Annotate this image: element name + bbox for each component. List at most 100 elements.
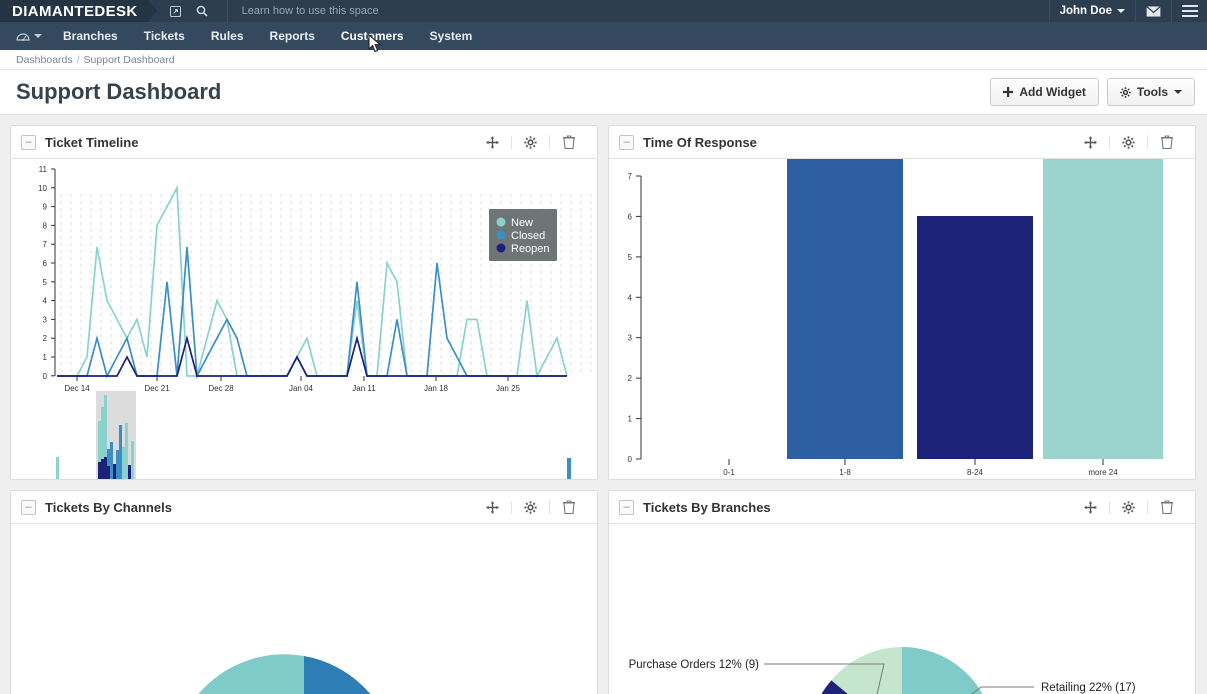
collapse-button[interactable]: – [21,135,36,150]
topbar-icon-group [163,0,215,22]
tools-button[interactable]: Tools [1107,78,1195,106]
legend-swatch-closed [497,231,506,240]
breadcrumb-separator: / [77,54,80,66]
svg-text:9: 9 [43,203,48,212]
bar-1-8 [787,159,903,459]
svg-text:0-1: 0-1 [723,468,735,477]
bar-more-24 [1043,159,1163,459]
topbar-right: John Doe [1049,0,1207,22]
branches-chart-body[interactable]: Purchase Orders 12% (9) Retailing 22% (1… [609,524,1195,694]
settings-icon[interactable] [1109,136,1147,149]
delete-icon[interactable] [1147,500,1185,514]
move-icon[interactable] [1071,501,1109,514]
svg-text:6: 6 [43,259,48,268]
timeline-x-axis: Dec 14 Dec 21 Dec 28 Jan 04 Jan 11 Jan 1… [64,376,520,393]
widget-title: Tickets By Branches [643,500,771,515]
move-icon[interactable] [473,501,511,514]
svg-text:Jan 18: Jan 18 [424,384,449,393]
settings-icon[interactable] [511,501,549,514]
widget-title: Time Of Response [643,135,757,150]
breadcrumb-root[interactable]: Dashboards [16,54,73,66]
mail-icon[interactable] [1135,0,1171,22]
svg-text:7: 7 [43,240,48,249]
legend-label-closed: Closed [511,230,545,242]
nav-home-dropdown[interactable] [8,31,50,42]
ticket-timeline-chart[interactable]: 11 10 9 8 7 6 5 4 3 2 1 0 [11,159,597,479]
page-header: Support Dashboard Add Widget Tools [0,70,1207,115]
chevron-down-icon [34,34,42,38]
svg-text:3: 3 [43,315,48,324]
channels-donut [171,654,397,694]
widget-header: – Tickets By Branches [609,491,1195,524]
channels-chart-body[interactable]: Email 44% (34) [11,524,597,694]
user-menu[interactable]: John Doe [1049,0,1135,22]
svg-text:10: 10 [38,184,47,193]
svg-text:2: 2 [628,374,633,383]
svg-text:7: 7 [628,172,633,181]
widget-time-of-response: – Time Of Response [608,125,1196,480]
tickets-by-branches-chart[interactable]: Purchase Orders 12% (9) Retailing 22% (1… [609,524,1195,694]
collapse-button[interactable]: – [619,500,634,515]
nav-item-system[interactable]: System [417,22,486,50]
nav-item-reports[interactable]: Reports [257,22,328,50]
hamburger-menu-icon[interactable] [1171,0,1207,22]
svg-text:more 24: more 24 [1088,468,1118,477]
timeline-y-axis: 11 10 9 8 7 6 5 4 3 2 1 0 [38,165,55,381]
svg-text:Jan 25: Jan 25 [496,384,521,393]
timeline-brush[interactable]: 2015 April July October 2016 April July [56,391,571,479]
add-widget-button[interactable]: Add Widget [990,78,1099,106]
svg-text:8: 8 [43,221,48,230]
legend-label-reopen: Reopen [511,243,550,255]
delete-icon[interactable] [1147,135,1185,149]
svg-text:1: 1 [628,415,633,424]
gear-icon [1120,87,1131,98]
delete-icon[interactable] [549,135,587,149]
svg-text:1: 1 [43,353,48,362]
settings-icon[interactable] [511,136,549,149]
top-bar: DIAMANTEDESK Learn how to use this space… [0,0,1207,22]
legend-swatch-reopen [497,244,506,253]
tools-label: Tools [1137,85,1168,99]
settings-icon[interactable] [1109,501,1147,514]
nav-item-customers[interactable]: Customers [328,22,417,50]
svg-text:5: 5 [43,278,48,287]
widget-toolbar [1071,135,1185,149]
svg-text:4: 4 [628,293,633,302]
widget-ticket-timeline: – Ticket Timeline [10,125,598,480]
donut-annotation-retailing: Retailing 22% (17) [1041,682,1136,694]
svg-text:4: 4 [43,297,48,306]
nav-item-rules[interactable]: Rules [198,22,257,50]
svg-text:5: 5 [628,253,633,262]
widget-toolbar [1071,500,1185,514]
widget-title: Ticket Timeline [45,135,138,150]
move-icon[interactable] [1071,136,1109,149]
brand-logo[interactable]: DIAMANTEDESK [0,0,148,22]
delete-icon[interactable] [549,500,587,514]
svg-text:0: 0 [628,455,633,464]
widget-toolbar [473,500,587,514]
widget-header: – Ticket Timeline [11,126,597,159]
pin-icon[interactable] [163,0,189,22]
tickets-by-channels-chart[interactable]: Email 44% (34) [11,524,597,694]
widget-tickets-by-branches: – Tickets By Branches [608,490,1196,694]
svg-text:Dec 28: Dec 28 [208,384,234,393]
main-navigation: Branches Tickets Rules Reports Customers… [0,22,1207,50]
add-widget-label: Add Widget [1019,85,1086,99]
search-icon[interactable] [189,0,215,22]
breadcrumb: Dashboards / Support Dashboard [0,50,1207,70]
response-x-axis: 0-1 1-8 8-24 more 24 [723,459,1118,477]
time-of-response-chart[interactable]: 7 6 5 4 3 2 1 0 0-1 1-8 8 [609,159,1195,479]
svg-text:2: 2 [43,334,48,343]
chevron-down-icon [1174,90,1182,94]
widget-header: – Time Of Response [609,126,1195,159]
move-icon[interactable] [473,136,511,149]
chevron-down-icon [1117,9,1125,13]
plus-icon [1003,87,1013,97]
timeline-chart-body[interactable]: 11 10 9 8 7 6 5 4 3 2 1 0 [11,159,597,479]
response-chart-body[interactable]: 7 6 5 4 3 2 1 0 0-1 1-8 8 [609,159,1195,479]
collapse-button[interactable]: – [619,135,634,150]
donut-annotation-purchase-orders: Purchase Orders 12% (9) [629,659,760,671]
nav-item-tickets[interactable]: Tickets [131,22,198,50]
collapse-button[interactable]: – [21,500,36,515]
nav-item-branches[interactable]: Branches [50,22,131,50]
